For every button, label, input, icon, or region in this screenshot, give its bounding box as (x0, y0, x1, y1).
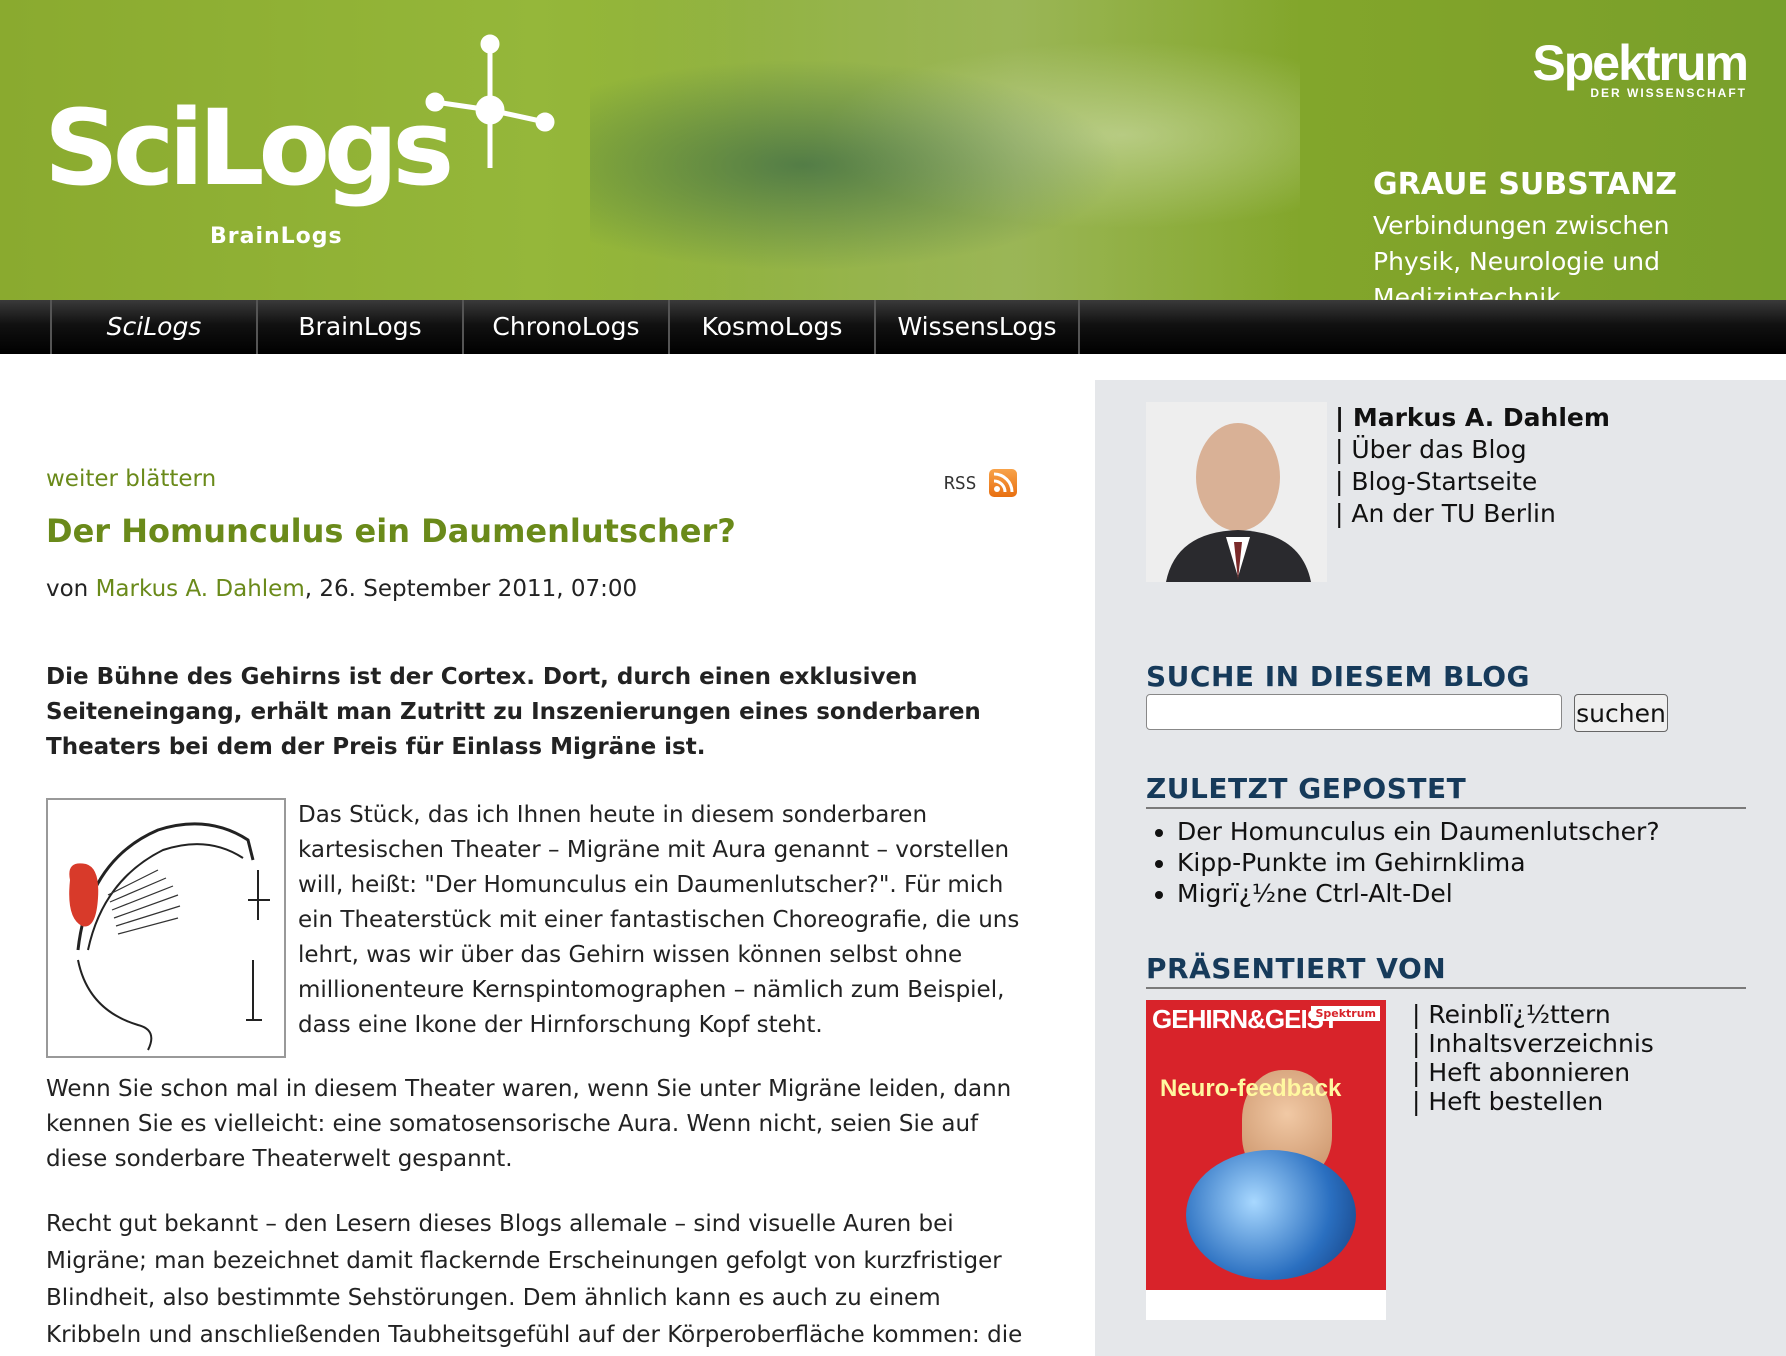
nav-item-kosmologs[interactable]: KosmoLogs (668, 300, 874, 354)
nav-item-scilogs[interactable]: SciLogs (50, 300, 256, 354)
magazine-link-contents[interactable]: | Inhaltsverzeichnis (1412, 1029, 1654, 1058)
magazine-title: GEHIRN&GEIST (1152, 1004, 1339, 1034)
magazine-link-order[interactable]: | Heft bestellen (1412, 1087, 1654, 1116)
article-paragraph-3: Recht gut bekannt – den Lesern dieses Bl… (46, 1211, 1023, 1348)
article-date: , 26. September 2011, 07:00 (304, 576, 638, 602)
nav-item-brainlogs[interactable]: BrainLogs (256, 300, 462, 354)
molecule-icon (425, 34, 555, 168)
weiter-blaettern-link[interactable]: weiter blättern (46, 466, 216, 492)
magazine-links: | Reinblï¿½ttern | Inhaltsverzeichnis | … (1412, 1000, 1654, 1116)
main-nav: SciLogs BrainLogs ChronoLogs KosmoLogs W… (0, 300, 1786, 354)
author-link-tu-berlin[interactable]: | An der TU Berlin (1335, 498, 1610, 530)
recent-posts-list: Der Homunculus ein Daumenlutscher? Kipp-… (1177, 816, 1660, 909)
rss-icon (988, 469, 1017, 497)
magazine-cover[interactable]: GEHIRN&GEIST Spektrum Neuro-feedback (1146, 1000, 1386, 1320)
scilogs-logo[interactable]: SciLogs (44, 96, 454, 200)
author-links: | Markus A. Dahlem | Über das Blog | Blo… (1335, 402, 1610, 530)
nav-item-chronologs[interactable]: ChronoLogs (462, 300, 668, 354)
site-header: SciLogs BrainLogs Spektrum DER WISSENSCH… (0, 0, 1786, 300)
presented-by-heading: PRÄSENTIERT VON (1146, 952, 1746, 989)
author-link-about-blog[interactable]: | Über das Blog (1335, 434, 1610, 466)
article-paragraph-1: Das Stück, das ich Ihnen heute in diesem… (298, 802, 1020, 1038)
magazine-footer (1146, 1290, 1386, 1320)
magazine-badge: Spektrum (1311, 1006, 1380, 1021)
article-byline: von Markus A. Dahlem, 26. September 2011… (46, 576, 637, 602)
recent-post-item[interactable]: Kipp-Punkte im Gehirnklima (1177, 847, 1660, 878)
rss-link[interactable]: RSS (944, 469, 1017, 497)
recent-posts-heading: ZULETZT GEPOSTET (1146, 772, 1746, 809)
search-heading: SUCHE IN DIESEM BLOG (1146, 660, 1531, 693)
article-title[interactable]: Der Homunculus ein Daumenlutscher? (46, 512, 736, 550)
recent-post-item[interactable]: Der Homunculus ein Daumenlutscher? (1177, 816, 1660, 847)
nav-item-wissenslogs[interactable]: WissensLogs (874, 300, 1080, 354)
sidebar: | Markus A. Dahlem | Über das Blog | Blo… (1095, 380, 1786, 1356)
magazine-headline: Neuro-feedback (1160, 1075, 1342, 1102)
spektrum-logo[interactable]: Spektrum DER WISSENSCHAFT (1532, 35, 1749, 100)
author-photo[interactable] (1146, 402, 1327, 582)
blog-tagline: Verbindungen zwischen Physik, Neurologie… (1373, 211, 1670, 300)
search-input[interactable] (1146, 694, 1562, 730)
blog-title: GRAUE SUBSTANZ (1373, 167, 1677, 202)
brainlogs-logo-subtitle: BrainLogs (210, 224, 343, 249)
author-link-blog-home[interactable]: | Blog-Startseite (1335, 466, 1610, 498)
brain-image (1186, 1150, 1356, 1280)
byline-prefix: von (46, 576, 96, 602)
homunculus-illustration[interactable] (46, 798, 286, 1058)
author-link[interactable]: Markus A. Dahlem (96, 576, 305, 602)
magazine-link-subscribe[interactable]: | Heft abonnieren (1412, 1058, 1654, 1087)
search-button[interactable]: suchen (1574, 694, 1668, 732)
rss-label: RSS (944, 472, 977, 494)
author-link-name[interactable]: | Markus A. Dahlem (1335, 402, 1610, 434)
header-photo (590, 0, 1300, 300)
magazine-link-browse[interactable]: | Reinblï¿½ttern (1412, 1000, 1654, 1029)
spektrum-logo-name: Spektrum (1532, 35, 1749, 91)
recent-post-item[interactable]: Migrï¿½ne Ctrl-Alt-Del (1177, 878, 1660, 909)
article-lead: Die Bühne des Gehirns ist der Cortex. Do… (46, 664, 981, 760)
article-paragraph-2: Wenn Sie schon mal in diesem Theater war… (46, 1076, 1012, 1172)
